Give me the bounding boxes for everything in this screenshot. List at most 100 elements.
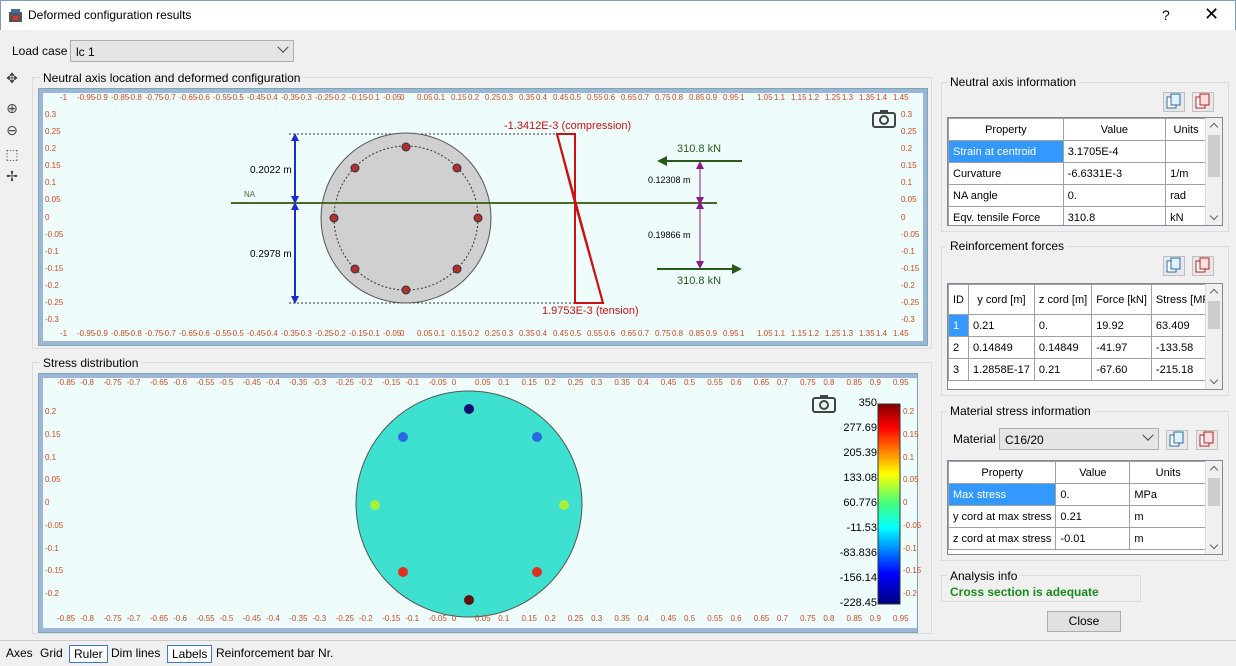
table-cell[interactable] xyxy=(1165,140,1207,163)
stress-distribution-canvas[interactable]: -0.85 -0.8 -0.75 -0.7 -0.65 -0.6 -0.55 -0.5 -0.4… xyxy=(38,373,921,633)
scrollbar[interactable] xyxy=(1205,118,1222,225)
table-cell[interactable]: m xyxy=(1129,527,1207,550)
column-header[interactable]: y cord [m] xyxy=(968,284,1035,315)
table-cell[interactable]: -41.97 xyxy=(1091,336,1152,359)
tick-label: 0.35 xyxy=(519,329,535,338)
column-header[interactable]: z cord [m] xyxy=(1033,284,1093,315)
right-y-ruler: 0.3 0.25 0.2 0.15 0.1 0.05 0 -0.05 -0.1 -0.15 -0.2… xyxy=(901,89,927,345)
column-header[interactable]: Property xyxy=(948,461,1057,484)
column-header[interactable]: Units xyxy=(1129,461,1207,484)
table-cell[interactable]: 2 xyxy=(948,336,969,359)
close-window-button[interactable]: ✕ xyxy=(1204,4,1219,25)
copy-icon[interactable] xyxy=(1163,92,1185,112)
pan-icon[interactable]: ✥ xyxy=(4,70,20,86)
tick-label: -0.5 xyxy=(230,93,244,102)
table-cell[interactable]: Strain at centroid xyxy=(948,140,1064,163)
scrollbar[interactable] xyxy=(1205,284,1222,389)
tick-label: 0.15 xyxy=(521,378,538,387)
table-row[interactable]: Strain at centroid 3.1705E-4 xyxy=(948,140,1207,163)
table-cell[interactable]: MPa xyxy=(1129,483,1207,506)
toggle-ruler[interactable]: Ruler xyxy=(69,645,108,663)
tick-label: -0.95 xyxy=(77,329,96,338)
close-button[interactable]: Close xyxy=(1047,611,1121,632)
table-cell[interactable]: 0.21 xyxy=(1033,358,1093,381)
camera-icon[interactable] xyxy=(872,110,896,128)
table-cell[interactable]: 0. xyxy=(1062,184,1167,207)
table-cell[interactable]: kN xyxy=(1165,206,1207,225)
tick-label: -0.75 xyxy=(145,329,164,338)
toggle-grid[interactable]: Grid xyxy=(36,645,67,663)
table-cell[interactable]: Curvature xyxy=(948,162,1064,185)
export-icon[interactable] xyxy=(1196,430,1218,450)
column-header[interactable]: Property xyxy=(948,118,1064,141)
help-button[interactable]: ? xyxy=(1162,7,1170,23)
table-cell[interactable]: 1/m xyxy=(1165,162,1207,185)
export-icon[interactable] xyxy=(1192,92,1214,112)
table-cell[interactable]: y cord at max stress xyxy=(948,505,1057,528)
table-cell[interactable]: NA angle xyxy=(948,184,1064,207)
table-cell[interactable]: 0.21 xyxy=(968,314,1035,337)
material-label: Material xyxy=(953,432,996,446)
table-row[interactable]: NA angle 0. rad xyxy=(948,184,1207,207)
table-row[interactable]: 2 0.14849 0.14849 -41.97 -133.58 xyxy=(948,336,1222,359)
tick-label: 0.15 xyxy=(45,429,61,439)
column-header[interactable]: Value xyxy=(1062,118,1167,141)
tick-label: -0.1 xyxy=(405,614,420,623)
table-cell[interactable]: Eqv. tensile Force xyxy=(948,206,1064,225)
tick-label: 0.5 xyxy=(570,93,582,102)
table-cell[interactable]: 310.8 xyxy=(1062,206,1167,225)
column-header[interactable]: Units xyxy=(1165,118,1207,141)
material-select[interactable]: C16/20 xyxy=(999,428,1159,450)
tick-label: -0.15 xyxy=(45,566,64,576)
scrollbar[interactable] xyxy=(1205,461,1222,554)
toggle-dim-lines[interactable]: Dim lines xyxy=(107,645,164,663)
table-cell[interactable]: 0.21 xyxy=(1055,505,1131,528)
table-row[interactable]: y cord at max stress 0.21 m xyxy=(948,505,1207,528)
tick-label: -0.05 xyxy=(45,520,64,530)
legend-value: -11.53 xyxy=(846,522,877,534)
column-header[interactable]: ID xyxy=(948,284,969,315)
zoom-in-icon[interactable]: ⊕ xyxy=(4,100,20,116)
table-row[interactable]: 1 0.21 0. 19.92 63.409 xyxy=(948,314,1222,337)
copy-icon[interactable] xyxy=(1163,256,1185,276)
table-cell[interactable]: 1.2858E-17 xyxy=(968,358,1035,381)
toggle-labels[interactable]: Labels xyxy=(167,645,213,663)
table-cell[interactable]: 1 xyxy=(948,314,969,337)
tick-label: 1.4 xyxy=(876,329,888,338)
table-cell[interactable]: 0.14849 xyxy=(1033,336,1093,359)
table-cell[interactable]: 0.14849 xyxy=(968,336,1035,359)
table-cell[interactable]: 0. xyxy=(1033,314,1093,337)
toggle-axes[interactable]: Axes xyxy=(2,645,37,663)
table-row[interactable]: Max stress 0. MPa xyxy=(948,483,1207,506)
tick-label: 0.55 xyxy=(587,93,603,102)
loadcase-select[interactable]: lc 1 xyxy=(70,40,294,62)
table-row[interactable]: Eqv. tensile Force 310.8 kN xyxy=(948,206,1207,225)
table-cell[interactable]: m xyxy=(1129,505,1207,528)
zoom-out-icon[interactable]: ⊖ xyxy=(4,122,20,138)
table-row[interactable]: 3 1.2858E-17 0.21 -67.60 -215.18 xyxy=(948,358,1222,381)
table-cell[interactable]: 19.92 xyxy=(1091,314,1152,337)
table-row[interactable]: Curvature -6.6331E-3 1/m xyxy=(948,162,1207,185)
column-header[interactable]: Force [kN] xyxy=(1091,284,1152,315)
column-header[interactable]: Value xyxy=(1055,461,1131,484)
tick-label: 0.15 xyxy=(901,161,917,171)
table-cell[interactable]: -6.6331E-3 xyxy=(1062,162,1167,185)
table-cell[interactable]: -67.60 xyxy=(1091,358,1152,381)
zoom-fit-icon[interactable]: ✢ xyxy=(4,168,20,184)
table-cell[interactable]: z cord at max stress xyxy=(948,527,1057,550)
toggle-reinforcement-bar-nr[interactable]: Reinforcement bar Nr. xyxy=(212,645,337,663)
table-row[interactable]: z cord at max stress -0.01 m xyxy=(948,527,1207,550)
zoom-window-icon[interactable]: ⬚ xyxy=(4,146,20,162)
legend-value: 277.69 xyxy=(843,422,877,434)
copy-icon[interactable] xyxy=(1166,430,1188,450)
table-cell[interactable]: -0.01 xyxy=(1055,527,1131,550)
table-cell[interactable]: 3 xyxy=(948,358,969,381)
tick-label: 1 xyxy=(740,93,745,102)
app-icon xyxy=(9,9,22,22)
table-cell[interactable]: Max stress xyxy=(948,483,1057,506)
export-icon[interactable] xyxy=(1192,256,1214,276)
table-cell[interactable]: 3.1705E-4 xyxy=(1062,140,1167,163)
table-cell[interactable]: rad xyxy=(1165,184,1207,207)
deformed-config-canvas[interactable]: -1 -0.95 -0.9 -0.85 -0.8 -0.75 -0.7 -0.65 -0.6 -0… xyxy=(38,88,928,346)
table-cell[interactable]: 0. xyxy=(1055,483,1131,506)
